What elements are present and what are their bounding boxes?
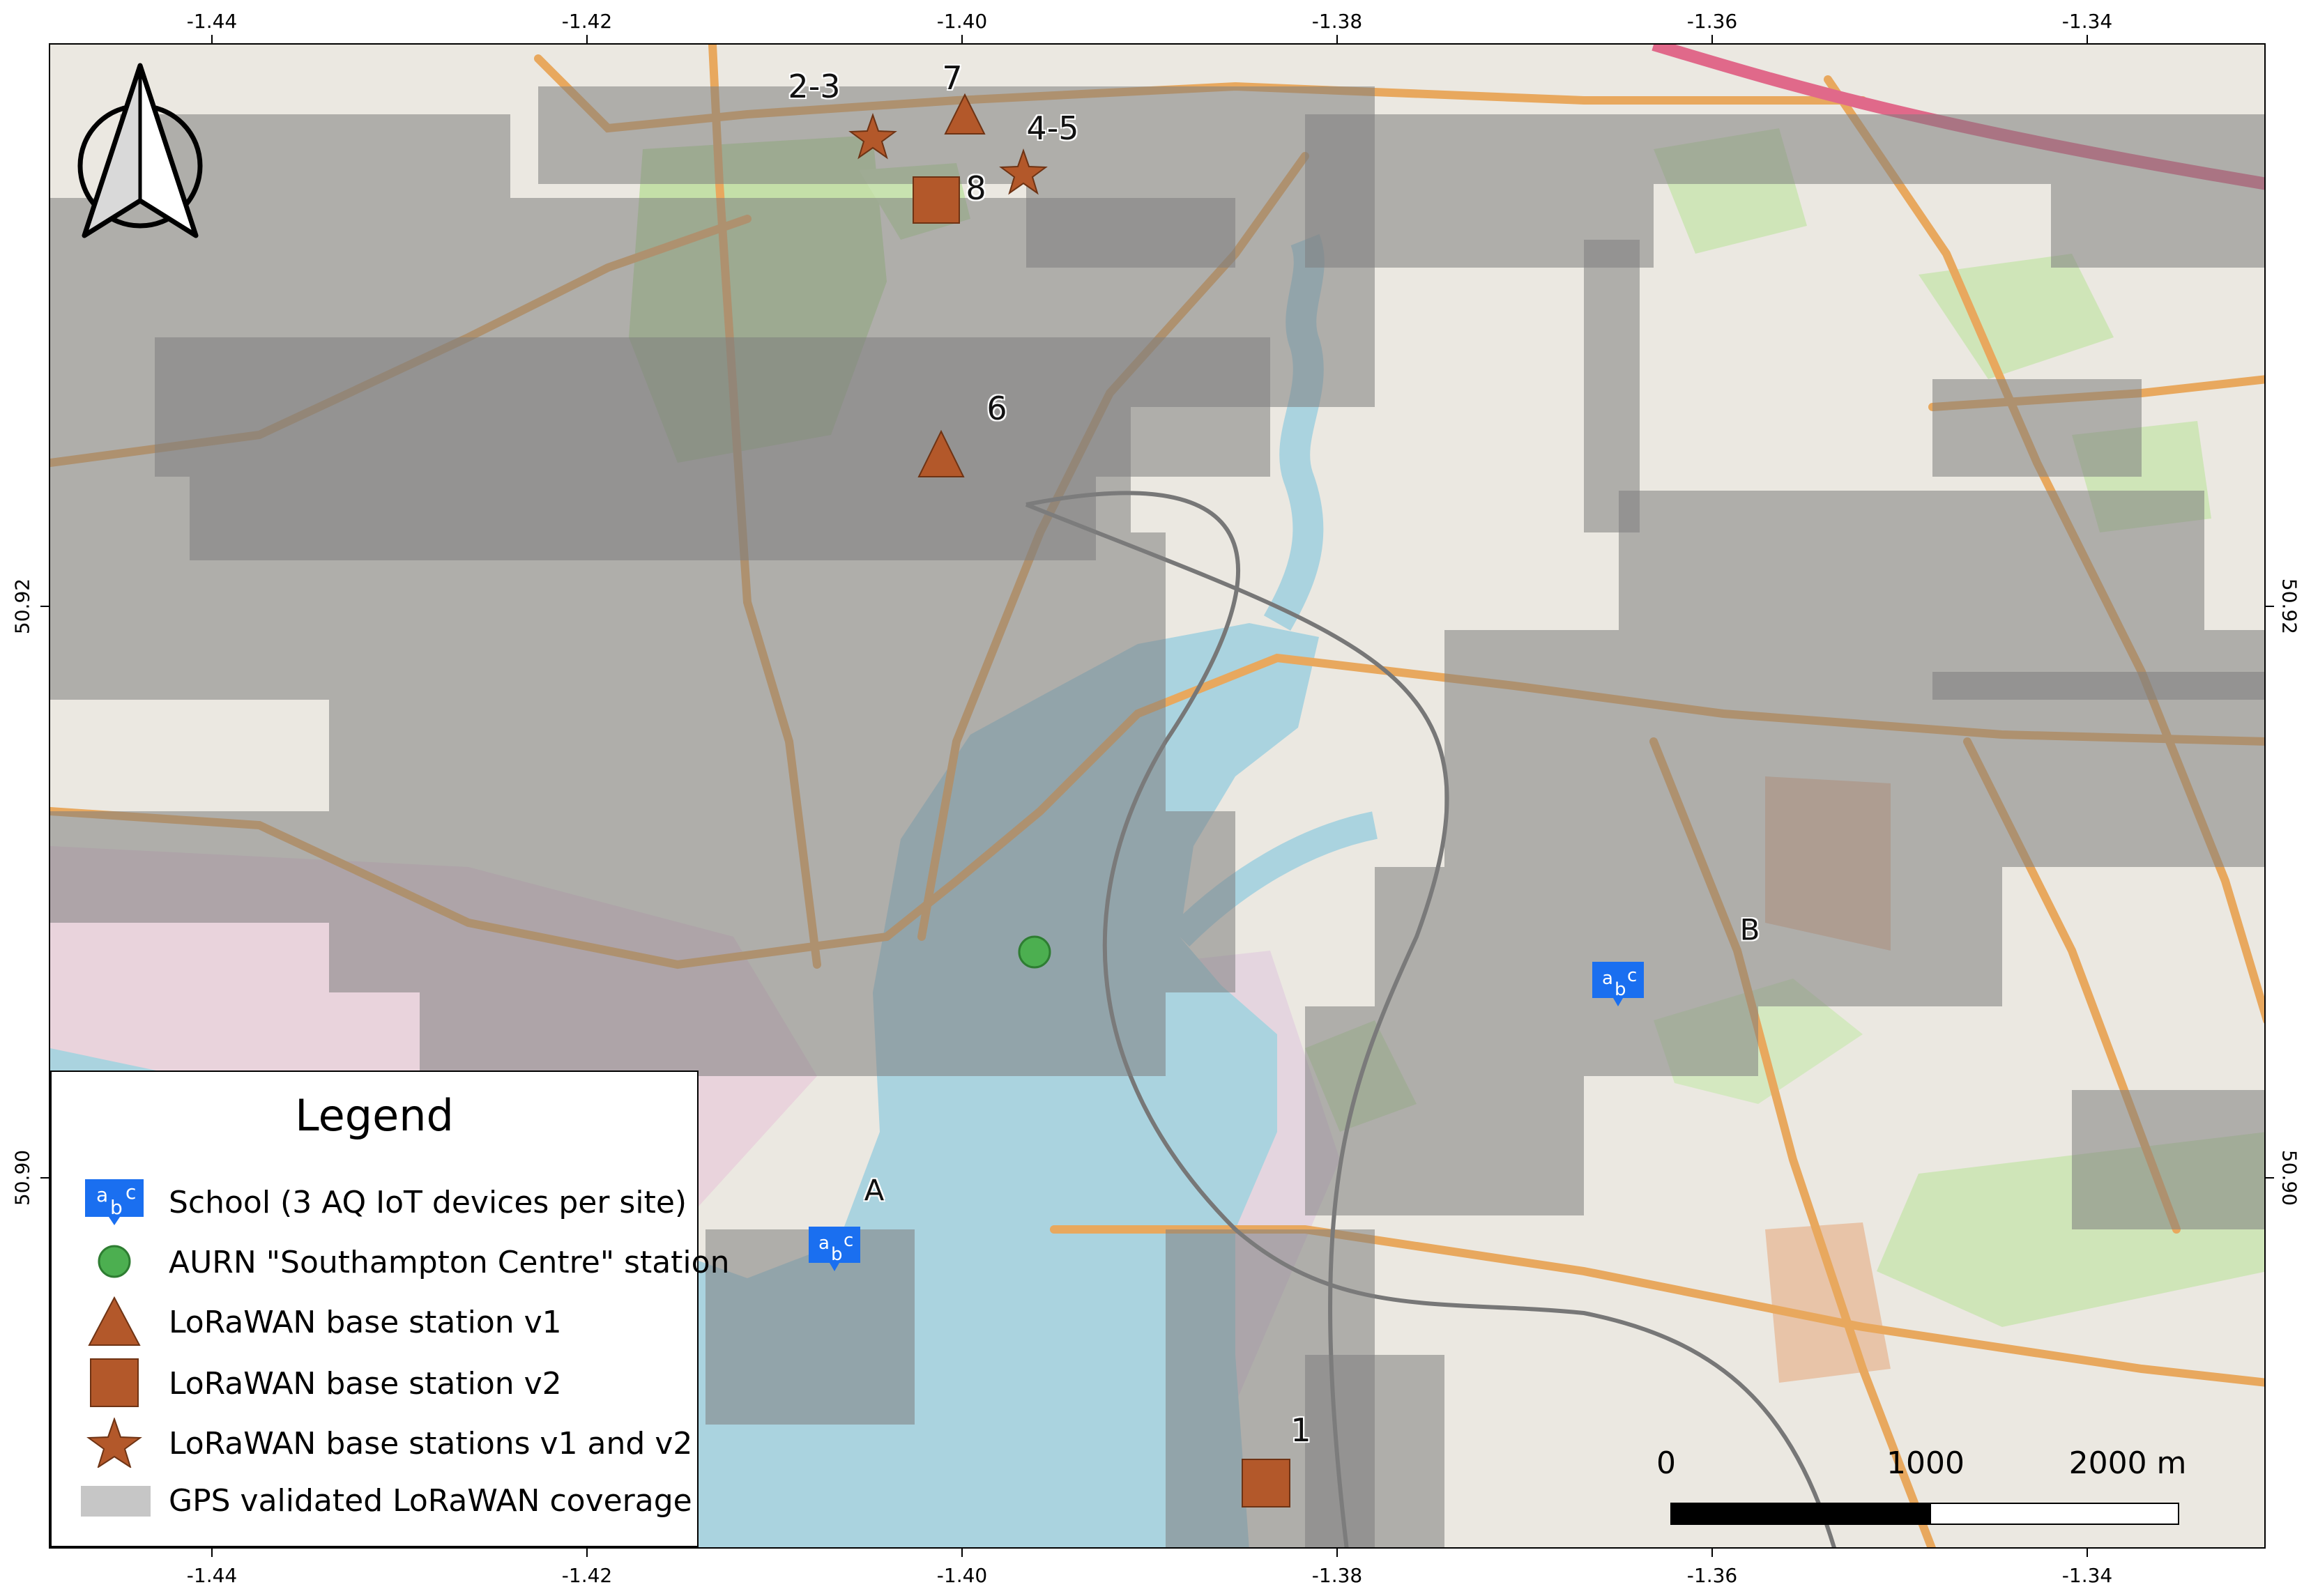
legend: Legend a b c School (3 AQ IoT devices pe… [50, 1071, 729, 1547]
bottom-tick-label: -1.36 [1686, 1564, 1738, 1587]
bottom-tick-label: -1.44 [186, 1564, 238, 1587]
top-tick-label: -1.42 [561, 10, 613, 33]
scale-label-0: 0 [1656, 1445, 1676, 1481]
right-tick-label: 50.92 [2278, 578, 2301, 635]
legend-item-coverage: GPS validated LoRaWAN coverage [52, 1475, 697, 1525]
svg-text:a: a [96, 1183, 108, 1206]
scale-bar-white [1930, 1503, 2179, 1525]
svg-text:b: b [1615, 979, 1626, 1000]
top-tick-label: -1.34 [2061, 10, 2113, 33]
legend-item-v2: LoRaWAN base station v2 [52, 1358, 697, 1408]
legend-label: LoRaWAN base stations v1 and v2 [169, 1426, 693, 1461]
scale-bar-black [1670, 1503, 1930, 1525]
legend-label: LoRaWAN base station v2 [169, 1366, 562, 1402]
north-arrow-icon [77, 63, 203, 238]
top-tick-label: -1.36 [1686, 10, 1738, 33]
school-label-b: B [1739, 912, 1760, 947]
base-station-square-8[interactable] [913, 176, 960, 224]
base-station-triangle-6[interactable] [917, 429, 965, 477]
bottom-tick-label: -1.40 [936, 1564, 988, 1587]
left-tick-label: 50.92 [10, 578, 34, 635]
legend-label: AURN "Southampton Centre" station [169, 1245, 730, 1280]
top-tick-label: -1.44 [186, 10, 238, 33]
svg-text:c: c [1627, 965, 1637, 986]
scale-bar: 0 1000 2000 m [1656, 1445, 2186, 1536]
school-icon: a b c [85, 1179, 144, 1225]
bottom-tick-label: -1.42 [561, 1564, 613, 1587]
legend-label: GPS validated LoRaWAN coverage [169, 1483, 692, 1519]
coverage-box-icon [81, 1486, 151, 1517]
triangle-icon [88, 1296, 141, 1346]
square-icon [90, 1358, 139, 1407]
legend-title: Legend [295, 1090, 454, 1141]
svg-text:b: b [110, 1196, 123, 1219]
svg-text:a: a [818, 1233, 830, 1254]
left-tick-label: 50.90 [10, 1149, 34, 1206]
base-station-square-1[interactable] [1242, 1459, 1290, 1507]
scale-label-2000: 2000 m [2068, 1445, 2187, 1481]
svg-text:a: a [1602, 968, 1613, 989]
legend-item-school: a b c School (3 AQ IoT devices per site) [52, 1176, 697, 1227]
scale-label-1000: 1000 [1886, 1445, 1965, 1481]
base-station-star-4-5[interactable] [999, 148, 1048, 195]
legend-item-aurn: AURN "Southampton Centre" station [52, 1236, 729, 1287]
legend-item-v1-v2: LoRaWAN base stations v1 and v2 [52, 1418, 697, 1468]
legend-item-v1: LoRaWAN base station v1 [52, 1296, 697, 1346]
legend-label: LoRaWAN base station v1 [169, 1305, 562, 1340]
right-tick-label: 50.90 [2278, 1149, 2301, 1206]
legend-label: School (3 AQ IoT devices per site) [169, 1185, 687, 1220]
star-icon [86, 1418, 142, 1468]
top-tick-label: -1.40 [936, 10, 988, 33]
top-tick-label: -1.38 [1311, 10, 1363, 33]
bottom-tick-label: -1.38 [1311, 1564, 1363, 1587]
school-marker-b[interactable]: a b c [1587, 958, 1649, 1009]
school-label-a: A [864, 1173, 885, 1208]
svg-text:c: c [844, 1230, 853, 1251]
bottom-tick-label: -1.34 [2061, 1564, 2113, 1587]
green-circle-icon [98, 1245, 131, 1278]
school-icon: a b c [1592, 962, 1644, 1006]
base-station-triangle-7[interactable] [944, 93, 986, 135]
svg-text:b: b [831, 1244, 843, 1265]
aurn-station-marker[interactable] [1018, 935, 1051, 969]
school-icon: a b c [809, 1227, 860, 1271]
svg-text:c: c [125, 1181, 136, 1204]
base-station-star-2-3[interactable] [848, 112, 897, 160]
school-marker-a[interactable]: a b c [803, 1222, 866, 1274]
